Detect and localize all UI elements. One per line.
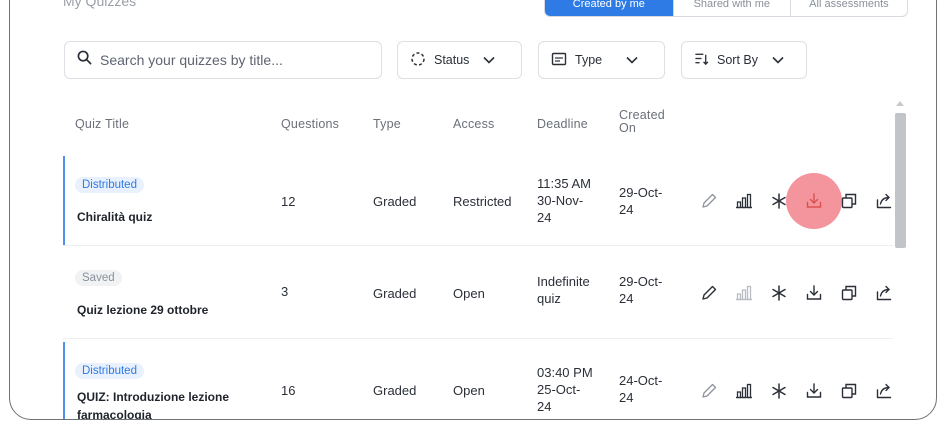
asterisk-icon[interactable] [767, 281, 791, 305]
row-actions [697, 379, 907, 403]
analytics-icon[interactable] [732, 379, 756, 403]
created-line: 24 [619, 390, 634, 405]
created-line: 29-Oct- [619, 274, 663, 289]
table-row[interactable]: Saved Quiz lezione 29 ottobre 3 Graded O… [63, 249, 893, 339]
segment-all[interactable]: All assessments [789, 0, 907, 16]
analytics-icon[interactable] [732, 189, 756, 213]
sort-by-filter[interactable]: Sort By [681, 41, 807, 79]
edit-icon[interactable] [697, 281, 721, 305]
table-header: Quiz Title Questions Type Access Deadlin… [63, 96, 893, 152]
status-filter[interactable]: Status [397, 41, 522, 79]
status-badge: Saved [75, 270, 122, 286]
download-icon[interactable] [802, 281, 826, 305]
deadline-line: 03:40 PM [537, 365, 593, 380]
table-row[interactable]: Distributed QUIZ: Introduzione lezione f… [63, 342, 893, 420]
app-frame: My Quizzes Created by me Shared with me … [9, 0, 937, 420]
duplicate-icon[interactable] [837, 189, 861, 213]
segment-shared[interactable]: Shared with me [672, 0, 790, 16]
download-icon[interactable] [786, 173, 842, 229]
type-filter-label: Type [575, 53, 603, 67]
quiz-access: Restricted [453, 194, 512, 209]
deadline-line: 24 [537, 210, 552, 225]
edit-icon[interactable] [697, 189, 721, 213]
status-dashed-circle-icon [410, 51, 426, 70]
header-created-line2: On [619, 121, 637, 135]
created-line: 29-Oct- [619, 185, 663, 200]
status-badge: Distributed [75, 363, 144, 379]
analytics-icon [732, 281, 756, 305]
quiz-title[interactable]: Chiralità quiz [77, 208, 277, 226]
scrollbar-thumb[interactable] [895, 113, 906, 248]
type-icon [551, 51, 567, 70]
segment-created[interactable]: Created by me [545, 0, 673, 16]
sort-icon [694, 51, 709, 69]
vertical-scrollbar[interactable] [893, 101, 907, 419]
header-questions[interactable]: Questions [281, 117, 339, 131]
table-row[interactable]: Distributed Chiralità quiz 12 Graded Res… [63, 156, 893, 246]
quiz-title-line: QUIZ: Introduzione lezione [77, 390, 229, 404]
header-access[interactable]: Access [453, 117, 495, 131]
sort-filter-label: Sort By [717, 53, 758, 67]
quiz-created-on: 29-Oct- 24 [619, 184, 662, 218]
page-title: My Quizzes [63, 0, 137, 9]
search-input[interactable] [100, 52, 370, 68]
row-actions [697, 173, 907, 229]
quiz-title-line: farmacologia [77, 408, 152, 420]
quiz-title[interactable]: QUIZ: Introduzione lezione farmacologia [77, 388, 277, 420]
questions-count: 3 [281, 284, 289, 299]
deadline-line: 24 [537, 399, 552, 414]
quiz-access: Open [453, 383, 485, 398]
questions-count: 12 [281, 194, 296, 209]
quiz-title[interactable]: Quiz lezione 29 ottobre [77, 301, 277, 319]
deadline-line: quiz [537, 291, 561, 306]
quiz-created-on: 29-Oct- 24 [619, 273, 662, 307]
deadline-line: Indefinite [537, 274, 590, 289]
created-line: 24 [619, 202, 634, 217]
created-line: 24 [619, 291, 634, 306]
search-box[interactable] [64, 41, 382, 79]
duplicate-icon[interactable] [837, 281, 861, 305]
status-filter-label: Status [434, 53, 470, 67]
view-segmented-control: Created by me Shared with me All assessm… [544, 0, 908, 17]
quiz-created-on: 24-Oct- 24 [619, 372, 662, 406]
edit-icon[interactable] [697, 379, 721, 403]
chevron-down-icon [483, 53, 496, 67]
search-icon [77, 50, 92, 70]
quiz-type: Graded [373, 383, 417, 398]
quiz-access: Open [453, 286, 485, 301]
created-line: 24-Oct- [619, 373, 663, 388]
deadline-line: 25-Oct- [537, 382, 581, 397]
type-filter[interactable]: Type [538, 41, 665, 79]
status-badge: Distributed [75, 177, 144, 193]
asterisk-icon[interactable] [767, 379, 791, 403]
chevron-down-icon [772, 53, 784, 67]
header-deadline[interactable]: Deadline [537, 117, 588, 131]
download-icon[interactable] [802, 379, 826, 403]
scroll-up-arrow-icon[interactable] [896, 101, 904, 106]
row-accent-bar [63, 156, 65, 245]
row-accent-bar [63, 342, 65, 419]
deadline-line: 30-Nov- [537, 193, 584, 208]
deadline-line: 11:35 AM [537, 176, 591, 191]
quiz-type: Graded [373, 286, 417, 301]
row-actions [697, 281, 907, 305]
chevron-down-icon [626, 53, 638, 67]
quiz-deadline: Indefinite quiz [537, 273, 590, 307]
questions-count: 16 [281, 383, 296, 398]
duplicate-icon[interactable] [837, 379, 861, 403]
quiz-type: Graded [373, 194, 417, 209]
header-type[interactable]: Type [373, 117, 401, 131]
quizzes-table: Quiz Title Questions Type Access Deadlin… [63, 96, 893, 420]
quiz-deadline: 03:40 PM 25-Oct- 24 [537, 364, 593, 415]
quiz-deadline: 11:35 AM 30-Nov- 24 [537, 175, 591, 226]
header-quiz-title[interactable]: Quiz Title [75, 117, 129, 131]
header-created-on[interactable]: Created On [619, 109, 665, 135]
